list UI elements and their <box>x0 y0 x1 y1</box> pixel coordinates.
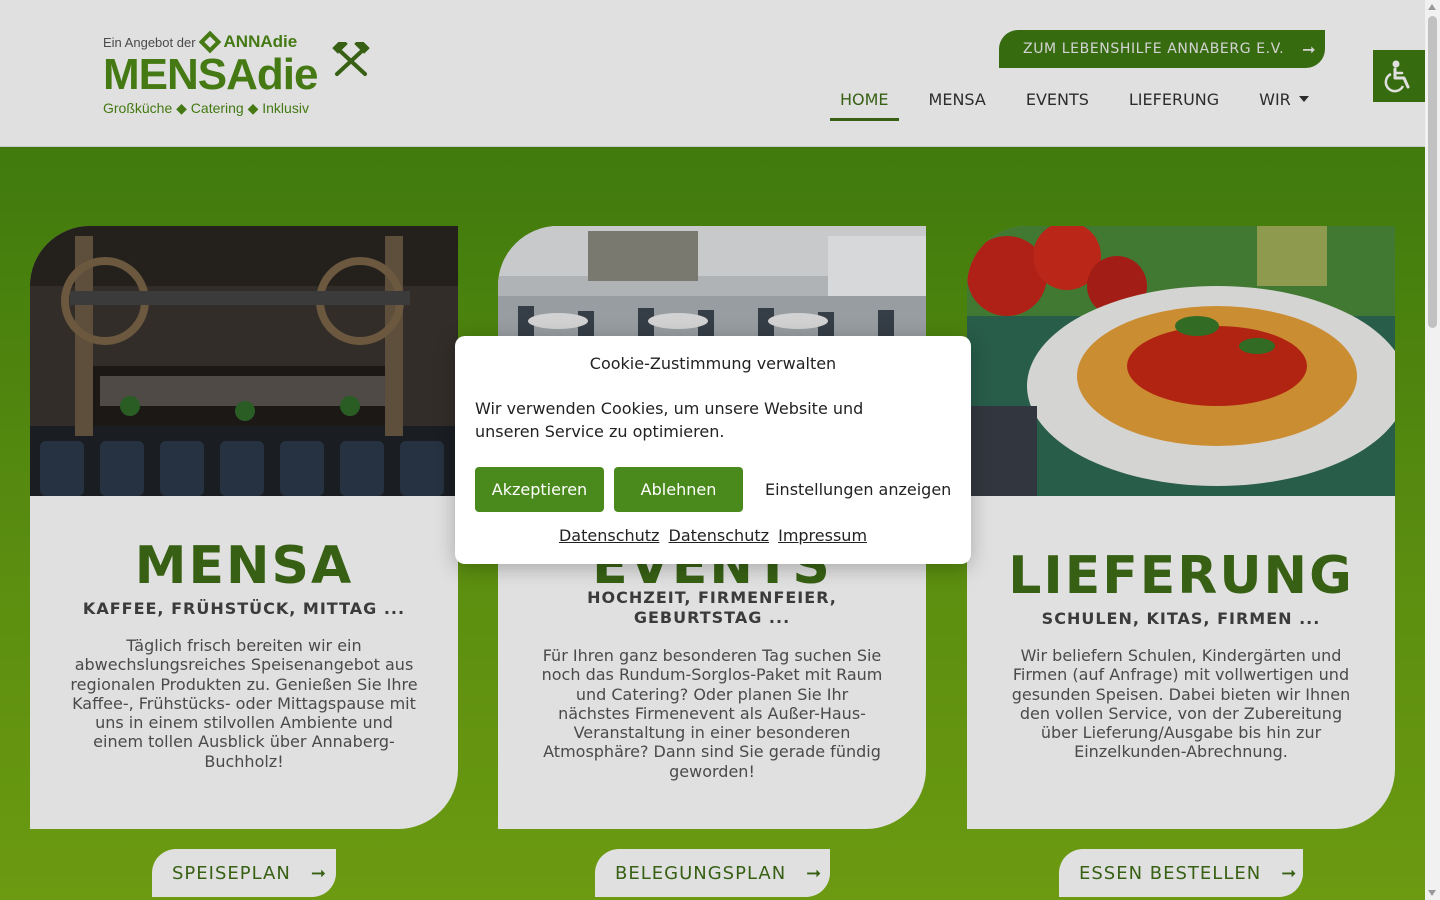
cookie-dialog-title: Cookie-Zustimmung verwalten <box>589 354 837 373</box>
privacy-link[interactable]: Datenschutz <box>559 526 659 545</box>
settings-button[interactable]: Einstellungen anzeigen <box>765 467 951 512</box>
cookie-dialog-links: Datenschutz Datenschutz Impressum <box>455 526 971 545</box>
deny-button[interactable]: Ablehnen <box>614 467 743 512</box>
privacy-link-2[interactable]: Datenschutz <box>669 526 769 545</box>
scroll-up-icon[interactable] <box>1428 4 1436 10</box>
imprint-link[interactable]: Impressum <box>778 526 867 545</box>
accept-button[interactable]: Akzeptieren <box>475 467 604 512</box>
cookie-dialog-message: Wir verwenden Cookies, um unsere Website… <box>475 399 864 441</box>
scroll-down-icon[interactable] <box>1428 890 1436 896</box>
page-scrollbar[interactable] <box>1425 0 1440 900</box>
scrollbar-thumb[interactable] <box>1428 16 1437 328</box>
cookie-dialog: Cookie-Zustimmung verwalten Wir verwende… <box>455 336 971 564</box>
